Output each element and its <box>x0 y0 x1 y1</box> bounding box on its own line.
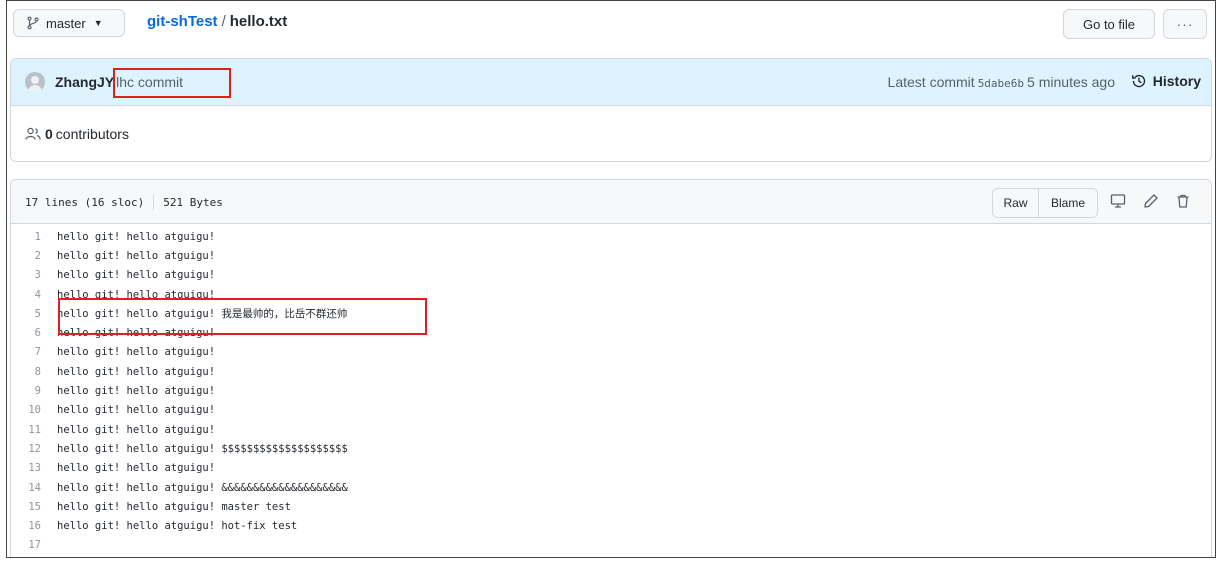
line-content: hello git! hello atguigu! <box>57 385 216 398</box>
line-number[interactable]: 3 <box>11 269 57 281</box>
breadcrumb-separator: / <box>221 13 226 30</box>
blame-button[interactable]: Blame <box>1039 189 1097 217</box>
file-size: 521 Bytes <box>163 195 223 209</box>
code-line: 8 hello git! hello atguigu! <box>11 362 1211 381</box>
code-line: 15 hello git! hello atguigu! master test <box>11 497 1211 516</box>
pencil-icon[interactable] <box>1141 191 1161 211</box>
branch-name: master <box>46 15 86 31</box>
more-options-button[interactable]: ··· <box>1163 9 1207 39</box>
line-content: hello git! hello atguigu! <box>57 365 216 378</box>
line-content: hello git! hello atguigu! <box>57 346 216 359</box>
go-to-file-button[interactable]: Go to file <box>1063 9 1155 39</box>
avatar[interactable] <box>25 72 45 92</box>
code-line: 11 hello git! hello atguigu! <box>11 420 1211 439</box>
line-content: hello git! hello atguigu! <box>57 230 216 243</box>
commit-sha[interactable]: 5dabe6b <box>978 77 1024 90</box>
latest-commit-label: Latest commit <box>887 74 975 90</box>
code-line: 5 hello git! hello atguigu! 我是最帅的，比岳不群还帅 <box>11 304 1211 323</box>
commit-author[interactable]: ZhangJY <box>55 74 114 90</box>
people-icon <box>25 127 41 140</box>
commit-row: ZhangJY lhc commit Latest commit 5dabe6b 5… <box>11 59 1211 106</box>
line-number[interactable]: 13 <box>11 462 57 474</box>
contributors-row: 0 contributors <box>11 106 1211 161</box>
line-number[interactable]: 10 <box>11 404 57 416</box>
code-line: 4 hello git! hello atguigu! <box>11 285 1211 304</box>
code-line: 1 hello git! hello atguigu! <box>11 227 1211 246</box>
line-number[interactable]: 4 <box>11 289 57 301</box>
history-link[interactable]: History <box>1131 73 1201 89</box>
code-line: 17 <box>11 536 1211 555</box>
trash-icon[interactable] <box>1173 191 1193 211</box>
code-line: 16 hello git! hello atguigu! hot-fix test <box>11 516 1211 535</box>
raw-button[interactable]: Raw <box>993 189 1039 217</box>
line-number[interactable]: 14 <box>11 482 57 494</box>
line-number[interactable]: 5 <box>11 308 57 320</box>
code-line: 2 hello git! hello atguigu! <box>11 246 1211 265</box>
line-number[interactable]: 6 <box>11 327 57 339</box>
code-line: 6 hello git! hello atguigu! <box>11 323 1211 342</box>
commit-message[interactable]: lhc commit <box>116 74 183 90</box>
file-name: hello.txt <box>229 13 288 30</box>
branch-select-button[interactable]: master ▼ <box>13 9 125 37</box>
raw-blame-group: Raw Blame <box>992 188 1098 218</box>
line-content: hello git! hello atguigu! $$$$$$$$$$$$$$… <box>57 442 348 455</box>
repo-link[interactable]: git-shTest <box>147 13 218 30</box>
divider <box>153 194 155 210</box>
line-content: hello git! hello atguigu! master test <box>57 500 291 513</box>
history-icon <box>1131 74 1145 88</box>
line-number[interactable]: 11 <box>11 424 57 436</box>
history-label: History <box>1152 73 1201 89</box>
breadcrumb: git-shTest / hello.txt <box>147 13 287 30</box>
latest-commit-info: Latest commit 5dabe6b 5 minutes ago <box>888 74 1115 90</box>
line-content: hello git! hello atguigu! <box>57 269 216 282</box>
line-number[interactable]: 8 <box>11 366 57 378</box>
code-listing: 1 hello git! hello atguigu! 2 hello git! he… <box>11 224 1211 555</box>
code-line: 7 hello git! hello atguigu! <box>11 343 1211 362</box>
line-content: hello git! hello atguigu! <box>57 462 216 475</box>
line-content: hello git! hello atguigu! 我是最帅的，比岳不群还帅 <box>57 308 348 321</box>
code-line: 10 hello git! hello atguigu! <box>11 401 1211 420</box>
file-viewer: 17 lines (16 sloc) 521 Bytes Raw Blame 1… <box>10 179 1212 557</box>
contributors-label: contributors <box>55 125 129 142</box>
git-branch-icon <box>27 16 39 30</box>
code-line: 3 hello git! hello atguigu! <box>11 266 1211 285</box>
line-number[interactable]: 17 <box>11 539 57 551</box>
file-info: 17 lines (16 sloc) 521 Bytes <box>25 194 223 210</box>
line-number[interactable]: 1 <box>11 231 57 243</box>
line-content: hello git! hello atguigu! <box>57 423 216 436</box>
line-content: hello git! hello atguigu! hot-fix test <box>57 520 298 533</box>
code-line: 12 hello git! hello atguigu! $$$$$$$$$$$$… <box>11 439 1211 458</box>
desktop-icon[interactable] <box>1108 191 1128 211</box>
code-line: 14 hello git! hello atguigu! &&&&&&&&&&&&… <box>11 478 1211 497</box>
line-content: hello git! hello atguigu! <box>57 404 216 417</box>
line-content: hello git! hello atguigu! &&&&&&&&&&&&&&… <box>57 481 348 494</box>
file-navigation: master ▼ git-shTest / hello.txt Go to file… <box>13 7 1207 39</box>
line-number[interactable]: 15 <box>11 501 57 513</box>
chevron-down-icon: ▼ <box>93 18 103 28</box>
file-lines-info: 17 lines (16 sloc) <box>25 195 145 209</box>
line-content: hello git! hello atguigu! <box>57 327 216 340</box>
line-number[interactable]: 16 <box>11 520 57 532</box>
page-frame: master ▼ git-shTest / hello.txt Go to file… <box>6 0 1216 558</box>
line-number[interactable]: 12 <box>11 443 57 455</box>
latest-commit-box: ZhangJY lhc commit Latest commit 5dabe6b 5… <box>10 58 1212 162</box>
line-content: hello git! hello atguigu! <box>57 288 216 301</box>
line-content: hello git! hello atguigu! <box>57 249 216 262</box>
code-line: 9 hello git! hello atguigu! <box>11 381 1211 400</box>
line-number[interactable]: 7 <box>11 346 57 358</box>
line-number[interactable]: 9 <box>11 385 57 397</box>
commit-time: 5 minutes ago <box>1027 74 1115 90</box>
contributors-count[interactable]: 0 <box>45 126 53 142</box>
code-line: 13 hello git! hello atguigu! <box>11 459 1211 478</box>
file-header: 17 lines (16 sloc) 521 Bytes Raw Blame <box>11 180 1211 224</box>
line-number[interactable]: 2 <box>11 250 57 262</box>
